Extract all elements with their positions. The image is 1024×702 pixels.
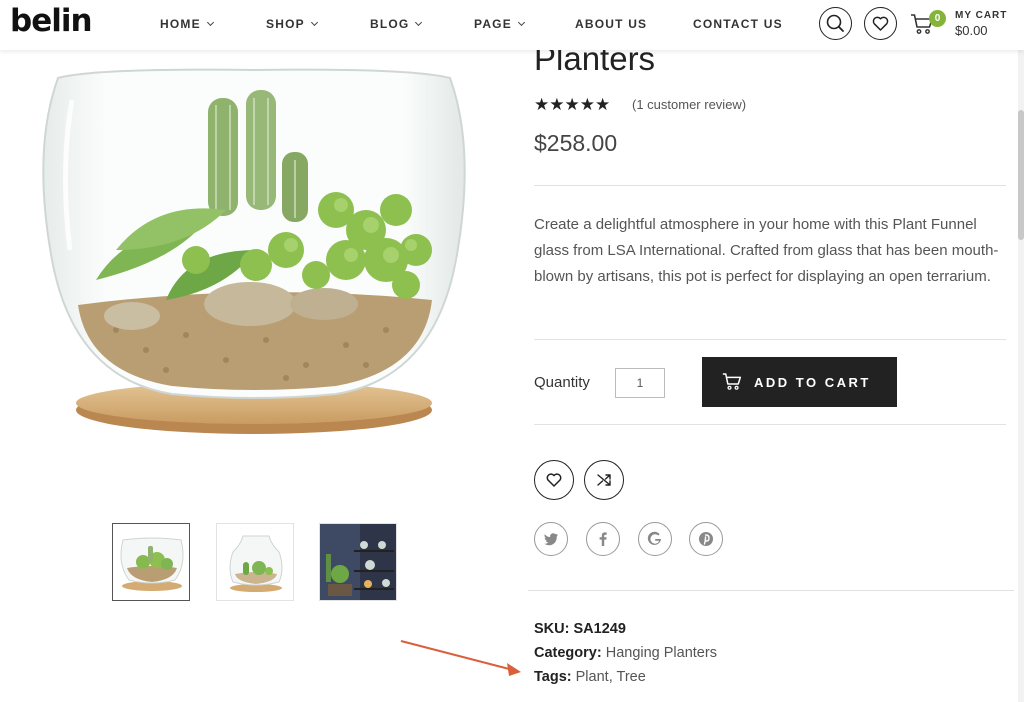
search-button[interactable] — [819, 7, 852, 40]
nav-blog[interactable]: BLOG — [370, 17, 423, 31]
add-to-cart-label: ADD TO CART — [754, 374, 871, 390]
chevron-down-icon — [517, 18, 525, 27]
product-category: Category: Hanging Planters — [534, 645, 717, 661]
tag-link-tree[interactable]: Tree — [617, 669, 646, 685]
product-page: belin HOME SHOP BLOG PAGE ABOUT US CONTA… — [0, 0, 1024, 702]
review-link[interactable]: (1 customer review) — [632, 97, 746, 112]
tag-link-plant[interactable]: Plant — [576, 669, 609, 685]
cart-total[interactable]: $0.00 — [955, 23, 988, 38]
chevron-down-icon — [206, 18, 214, 27]
tag-separator: , — [608, 669, 613, 685]
product-price: $258.00 — [534, 130, 618, 156]
google-icon — [647, 531, 661, 545]
nav-home[interactable]: HOME — [160, 17, 214, 31]
divider — [528, 590, 1014, 591]
scrollbar-thumb[interactable] — [1018, 110, 1024, 240]
divider — [534, 185, 1006, 186]
heart-icon — [546, 473, 562, 487]
search-icon — [826, 14, 844, 32]
add-to-wishlist-button[interactable] — [534, 460, 574, 500]
chevron-down-icon — [310, 18, 318, 27]
thumbnail-shelf-room[interactable] — [319, 523, 397, 601]
category-link[interactable]: Hanging Planters — [606, 645, 717, 661]
thumbnail-image — [320, 524, 396, 600]
divider — [534, 339, 1006, 340]
product-main-image[interactable] — [36, 60, 476, 450]
chevron-down-icon — [415, 18, 423, 27]
thumbnail-terrarium-bowl[interactable] — [112, 523, 190, 601]
category-label: Category: — [534, 645, 602, 661]
nav-contact-us[interactable]: CONTACT US — [693, 17, 783, 31]
product-tags: Tags: Plant, Tree — [534, 669, 646, 685]
divider — [534, 424, 1006, 425]
heart-icon — [872, 16, 888, 31]
nav-shop[interactable]: SHOP — [266, 17, 318, 31]
share-pinterest-button[interactable] — [689, 522, 723, 556]
quantity-input[interactable] — [615, 368, 665, 398]
thumbnail-terrarium-jar[interactable] — [216, 523, 294, 601]
quantity-label: Quantity — [534, 374, 590, 391]
product-sku: SKU: SA1249 — [534, 621, 626, 637]
sku-label: SKU: — [534, 621, 570, 637]
cart-icon — [722, 373, 742, 390]
shuffle-icon — [597, 474, 611, 486]
wishlist-button[interactable] — [864, 7, 897, 40]
tags-label: Tags: — [534, 669, 572, 685]
facebook-icon — [599, 532, 607, 546]
pinterest-icon — [699, 532, 713, 546]
product-description: Create a delightful atmosphere in your h… — [534, 216, 999, 285]
thumbnail-image — [120, 537, 184, 591]
share-google-button[interactable] — [638, 522, 672, 556]
share-twitter-button[interactable] — [534, 522, 568, 556]
rating-stars: ★★★★★ — [534, 95, 611, 114]
add-to-cart-button[interactable]: ADD TO CART — [702, 357, 897, 407]
cart-count-badge: 0 — [929, 10, 946, 27]
cart-label[interactable]: MY CART — [955, 10, 1007, 21]
twitter-icon — [544, 533, 558, 546]
site-header: belin HOME SHOP BLOG PAGE ABOUT US CONTA… — [0, 0, 1024, 50]
sku-value: SA1249 — [573, 621, 626, 637]
annotation-arrow — [400, 640, 521, 676]
thumbnail-image — [229, 535, 283, 592]
nav-about-us[interactable]: ABOUT US — [575, 17, 647, 31]
nav-page[interactable]: PAGE — [474, 17, 525, 31]
site-logo[interactable]: belin — [10, 3, 93, 39]
scrollbar-track[interactable] — [1018, 50, 1024, 702]
compare-button[interactable] — [584, 460, 624, 500]
share-facebook-button[interactable] — [586, 522, 620, 556]
